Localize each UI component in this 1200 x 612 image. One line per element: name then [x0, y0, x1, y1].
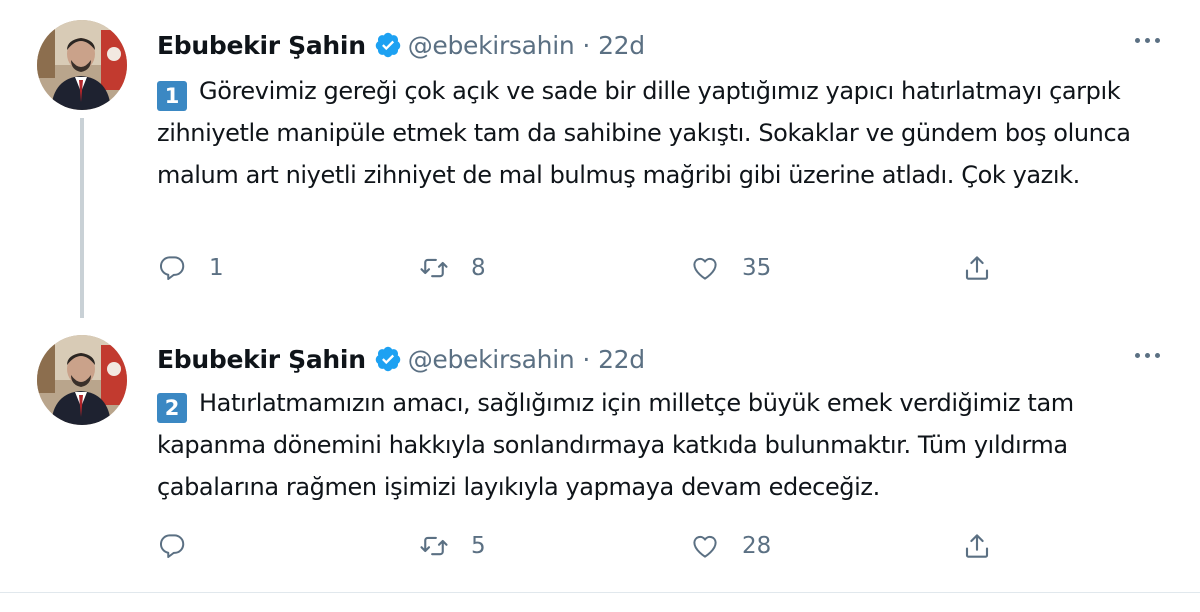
- tweet-body: Hatırlatmamızın amacı, sağlığımız için m…: [157, 389, 1074, 501]
- tweet-header: Ebubekir Şahin @ebekirsahin · 22d: [157, 339, 645, 379]
- tweet-header: Ebubekir Şahin @ebekirsahin · 22d: [157, 25, 645, 65]
- like-count: 35: [742, 255, 772, 281]
- share-icon: [962, 531, 992, 561]
- like-icon: [690, 531, 720, 561]
- retweet-button[interactable]: 8: [419, 248, 486, 288]
- reply-icon: [157, 253, 187, 283]
- more-options-icon[interactable]: [1135, 353, 1160, 358]
- share-icon: [962, 253, 992, 283]
- share-button[interactable]: [962, 248, 992, 288]
- tweet[interactable]: Ebubekir Şahin @ebekirsahin · 22d 2 Hatır…: [0, 318, 1200, 590]
- verified-badge-icon: [374, 345, 402, 373]
- retweet-count: 5: [471, 533, 486, 559]
- more-options-icon[interactable]: [1135, 38, 1160, 43]
- avatar[interactable]: [37, 335, 127, 425]
- avatar-image: [37, 20, 127, 110]
- tweet-text: 1 Görevimiz gereği çok açık ve sade bir d…: [157, 70, 1167, 196]
- author-handle[interactable]: @ebekirsahin: [408, 31, 575, 60]
- like-button[interactable]: 28: [690, 526, 771, 566]
- tweet-timestamp[interactable]: 22d: [598, 31, 645, 60]
- tweet[interactable]: Ebubekir Şahin @ebekirsahin · 22d 1 Görev…: [0, 0, 1200, 318]
- like-count: 28: [742, 533, 772, 559]
- reply-count: 1: [209, 255, 224, 281]
- author-handle[interactable]: @ebekirsahin: [408, 345, 575, 374]
- tweet-body: Görevimiz gereği çok açık ve sade bir di…: [157, 77, 1131, 189]
- avatar[interactable]: [37, 20, 127, 110]
- retweet-count: 8: [471, 255, 486, 281]
- tweet-text: 2 Hatırlatmamızın amacı, sağlığımız için …: [157, 382, 1167, 508]
- divider: [0, 592, 1200, 593]
- avatar-image: [37, 335, 127, 425]
- author-name[interactable]: Ebubekir Şahin: [157, 31, 366, 60]
- keycap-number-badge: 1: [157, 81, 187, 111]
- reply-button[interactable]: [157, 526, 209, 566]
- share-button[interactable]: [962, 526, 992, 566]
- retweet-icon: [419, 531, 449, 561]
- tweet-actions: 1 8 35: [157, 248, 1007, 288]
- separator-dot: ·: [582, 344, 591, 374]
- keycap-number-badge: 2: [157, 393, 187, 423]
- verified-badge-icon: [374, 31, 402, 59]
- tweet-timestamp[interactable]: 22d: [598, 345, 645, 374]
- retweet-icon: [419, 253, 449, 283]
- author-name[interactable]: Ebubekir Şahin: [157, 345, 366, 374]
- like-button[interactable]: 35: [690, 248, 771, 288]
- retweet-button[interactable]: 5: [419, 526, 486, 566]
- tweet-actions: 5 28: [157, 526, 1007, 566]
- thread-connector: [80, 118, 84, 318]
- reply-icon: [157, 531, 187, 561]
- reply-button[interactable]: 1: [157, 248, 224, 288]
- separator-dot: ·: [582, 30, 591, 60]
- like-icon: [690, 253, 720, 283]
